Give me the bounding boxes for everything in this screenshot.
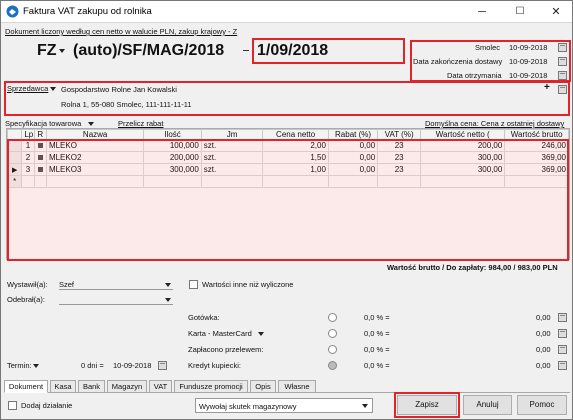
term-dropdown-icon[interactable] bbox=[33, 364, 39, 368]
recalc-discount-link[interactable]: Przelicz rabat bbox=[118, 119, 163, 128]
col-header[interactable]: R bbox=[33, 129, 47, 140]
minimize-button[interactable]: ─ bbox=[467, 3, 497, 21]
received-date[interactable]: 10-09-2018 bbox=[509, 71, 547, 80]
issued-by-select[interactable]: Szef bbox=[59, 279, 173, 290]
payment-card-label[interactable]: Karta - MasterCard bbox=[188, 329, 252, 338]
payment-transfer-label: Zapłacono przelewem: bbox=[188, 345, 264, 354]
received-date-label: Data otrzymania bbox=[447, 71, 502, 80]
received-by-select[interactable] bbox=[59, 294, 173, 305]
payment-cash-pct[interactable]: 0,0 % = bbox=[364, 313, 390, 322]
calendar-icon[interactable] bbox=[558, 71, 567, 80]
title-bar: Faktura VAT zakupu od rolnika ─ ☐ ✕ bbox=[1, 1, 572, 23]
add-seller-icon[interactable]: + bbox=[544, 82, 550, 93]
chevron-down-icon[interactable] bbox=[165, 283, 171, 287]
tab-promo-funds[interactable]: Fundusze promocji bbox=[174, 380, 248, 393]
document-type[interactable]: FZ bbox=[37, 42, 57, 60]
warehouse-effect-value: Wywołaj skutek magazynowy bbox=[199, 402, 297, 411]
other-values-checkbox[interactable] bbox=[189, 280, 198, 289]
chevron-down-icon[interactable] bbox=[165, 298, 171, 302]
calendar-icon[interactable] bbox=[558, 57, 567, 66]
tab-description[interactable]: Opis bbox=[250, 380, 276, 393]
col-header[interactable]: Rabat (%) bbox=[327, 129, 379, 140]
payment-transfer-amount[interactable]: 0,00 bbox=[536, 345, 551, 354]
separator-dash bbox=[243, 50, 249, 51]
payment-credit-amount[interactable]: 0,00 bbox=[536, 361, 551, 370]
payment-card-pct[interactable]: 0,0 % = bbox=[364, 329, 390, 338]
cancel-button[interactable]: Anuluj bbox=[463, 395, 512, 415]
col-header[interactable]: Cena netto bbox=[262, 129, 329, 140]
maximize-button[interactable]: ☐ bbox=[505, 3, 535, 21]
payment-card-radio[interactable] bbox=[328, 329, 337, 338]
invoice-window: Faktura VAT zakupu od rolnika ─ ☐ ✕ Doku… bbox=[0, 0, 573, 420]
tab-cash[interactable]: Kasa bbox=[50, 380, 76, 393]
tab-document[interactable]: Dokument bbox=[4, 380, 48, 393]
issued-by-value: Szef bbox=[59, 280, 75, 289]
payment-cash-radio[interactable] bbox=[328, 313, 337, 322]
payment-credit-pct[interactable]: 0,0 % = bbox=[364, 361, 390, 370]
app-icon bbox=[6, 5, 19, 18]
received-by-label: Odebrał(a): bbox=[7, 295, 45, 304]
payment-credit-radio[interactable] bbox=[328, 361, 337, 370]
col-header[interactable]: Lp bbox=[21, 129, 35, 140]
payment-card-dropdown-icon[interactable] bbox=[258, 332, 264, 336]
col-header[interactable]: Jm bbox=[200, 129, 264, 140]
term-label[interactable]: Termin: bbox=[7, 361, 32, 370]
doc-type-dropdown-icon[interactable] bbox=[59, 49, 65, 53]
seller-dropdown-icon[interactable] bbox=[50, 87, 56, 91]
document-date[interactable]: 1/09/2018 bbox=[257, 42, 328, 60]
calendar-icon[interactable] bbox=[158, 361, 167, 370]
warehouse-effect-select[interactable]: Wywołaj skutek magazynowy bbox=[195, 398, 373, 413]
calculator-icon[interactable] bbox=[558, 361, 567, 370]
issued-by-label: Wystawił(a): bbox=[7, 280, 48, 289]
document-number[interactable]: (auto)/SF/MAG/2018 bbox=[73, 42, 224, 60]
col-header[interactable]: VAT (%) bbox=[377, 129, 422, 140]
table-header-row: Lp R Nazwa Ilość Jm Cena netto Rabat (%)… bbox=[6, 129, 569, 140]
spec-label[interactable]: Specyfikacja towarowa bbox=[5, 119, 81, 128]
tab-bank[interactable]: Bank bbox=[78, 380, 105, 393]
tab-custom[interactable]: Własne bbox=[278, 380, 316, 393]
calculator-icon[interactable] bbox=[558, 313, 567, 322]
tab-vat[interactable]: VAT bbox=[149, 380, 172, 393]
term-days[interactable]: 0 dni = bbox=[81, 361, 104, 370]
other-values-label: Wartości inne niż wyliczone bbox=[202, 280, 294, 289]
payment-transfer-pct[interactable]: 0,0 % = bbox=[364, 345, 390, 354]
col-header[interactable]: Wartość brutto bbox=[504, 129, 569, 140]
default-price-link[interactable]: Domyślna cena: Cena z ostatniej dostawy bbox=[425, 119, 564, 128]
calendar-icon[interactable] bbox=[558, 43, 567, 52]
payment-cash-amount[interactable]: 0,00 bbox=[536, 313, 551, 322]
save-highlight bbox=[394, 392, 460, 418]
col-header[interactable]: Wartość netto ( bbox=[420, 129, 506, 140]
col-header[interactable]: Ilość bbox=[143, 129, 202, 140]
term-date[interactable]: 10-09-2018 bbox=[113, 361, 151, 370]
seller-card-icon[interactable] bbox=[558, 85, 567, 94]
add-action-checkbox[interactable] bbox=[8, 401, 17, 410]
place-label: Smolec bbox=[475, 43, 501, 52]
add-action-label: Dodaj działanie bbox=[21, 401, 73, 410]
gross-total: Wartość brutto / Do zapłaty: 984,00 / 98… bbox=[387, 263, 558, 272]
seller-label[interactable]: Sprzedawca bbox=[7, 84, 48, 93]
tab-warehouse[interactable]: Magazyn bbox=[107, 380, 147, 393]
payment-transfer-radio[interactable] bbox=[328, 345, 337, 354]
calculator-icon[interactable] bbox=[558, 345, 567, 354]
document-calc-info-link[interactable]: Dokument liczony według cen netto w walu… bbox=[5, 27, 237, 36]
seller-name[interactable]: Gospodarstwo Rolne Jan Kowalski bbox=[61, 85, 177, 94]
row-marker-header bbox=[6, 129, 23, 140]
close-button[interactable]: ✕ bbox=[541, 3, 571, 21]
delivery-date[interactable]: 10-09-2018 bbox=[509, 57, 547, 66]
place-date[interactable]: 10-09-2018 bbox=[509, 43, 547, 52]
spec-dropdown-icon[interactable] bbox=[88, 122, 94, 126]
payment-cash-label: Gotówka: bbox=[188, 313, 220, 322]
col-header[interactable]: Nazwa bbox=[45, 129, 145, 140]
calculator-icon[interactable] bbox=[558, 329, 567, 338]
window-title: Faktura VAT zakupu od rolnika bbox=[23, 6, 152, 17]
chevron-down-icon[interactable] bbox=[362, 404, 368, 408]
seller-address: Rolna 1, 55-080 Smolec, 111-111-11-11 bbox=[61, 100, 192, 109]
help-button[interactable]: Pomoc bbox=[517, 395, 567, 415]
payment-card-amount[interactable]: 0,00 bbox=[536, 329, 551, 338]
payment-credit-label: Kredyt kupiecki: bbox=[188, 361, 241, 370]
delivery-date-label: Data zakończenia dostawy bbox=[413, 57, 503, 66]
items-highlight bbox=[7, 139, 569, 261]
